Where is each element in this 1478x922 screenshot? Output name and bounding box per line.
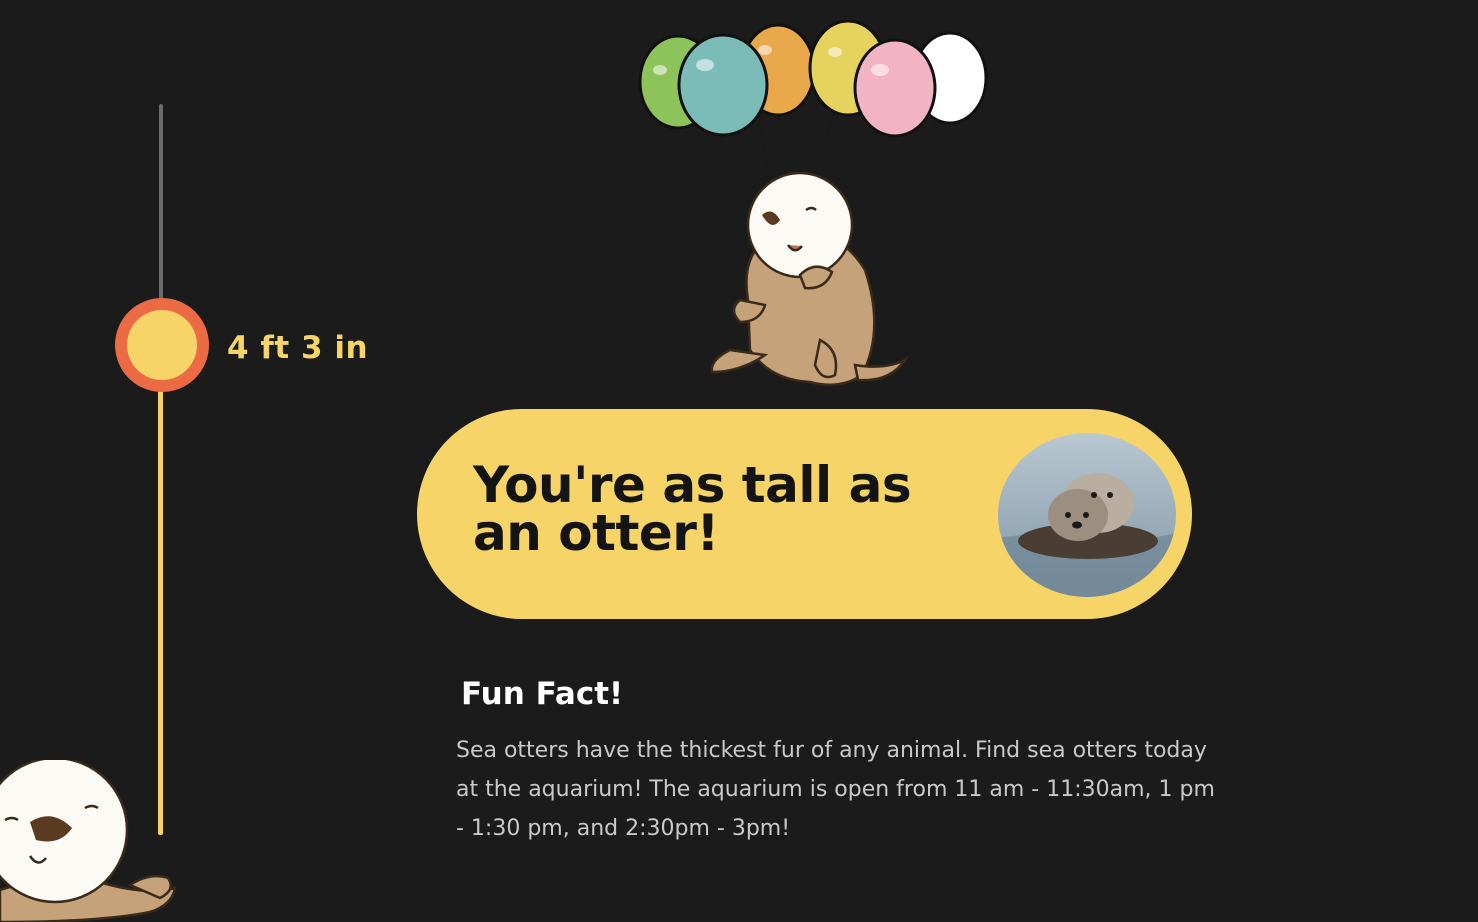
balloon-cluster [638,19,988,138]
height-readout: 4 ft 3 in [227,330,369,366]
slider-track-upper[interactable] [159,104,163,300]
result-card: You're as tall as an otter! [417,409,1192,619]
result-title-line2: an otter! [473,504,719,562]
balloon-pink [853,38,937,138]
peeking-otter-illustration [0,760,177,922]
balloon-teal [677,33,769,137]
height-comparison-screen: 4 ft 3 in You're as tall as an otter! Fu… [0,0,1478,922]
height-slider-handle[interactable] [115,298,209,392]
flying-otter [710,171,909,387]
otter-photo [998,433,1176,597]
fun-fact-heading: Fun Fact! [461,676,624,712]
height-slider-handle-core [127,310,197,380]
otter-photo-icon [998,433,1176,597]
balloon-otter-illustration [638,19,988,426]
fun-fact-text: Sea otters have the thickest fur of any … [456,738,1215,841]
result-title: You're as tall as an otter! [473,460,973,558]
